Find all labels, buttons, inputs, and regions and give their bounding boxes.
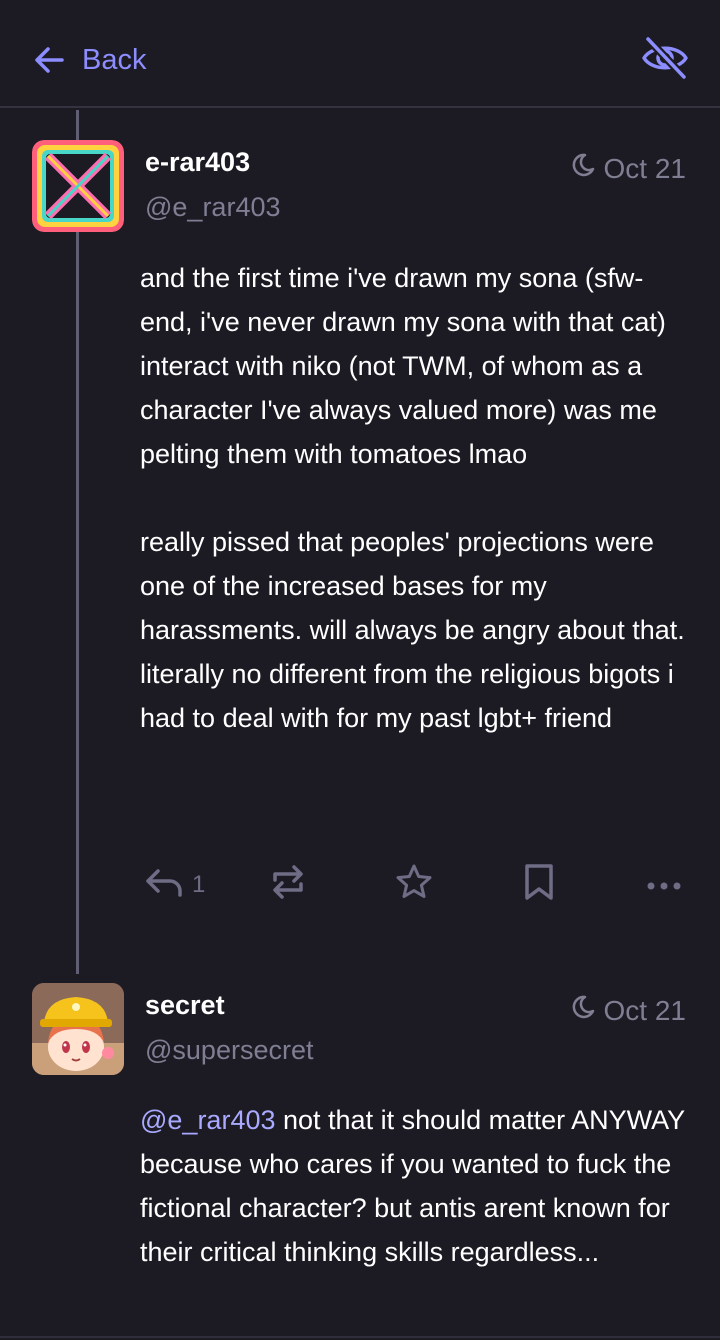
- hide-content-button[interactable]: [640, 36, 690, 80]
- avatar[interactable]: [32, 140, 124, 232]
- top-bar: Back: [0, 0, 720, 108]
- display-name[interactable]: secret: [145, 990, 225, 1021]
- boost-icon: [270, 862, 306, 909]
- thread-connector-line: [76, 110, 79, 974]
- post-actions: 1: [0, 862, 720, 908]
- moon-icon: [570, 994, 596, 1027]
- reply-count: 1: [192, 871, 206, 898]
- bookmark-button[interactable]: [522, 862, 556, 908]
- star-icon: [394, 862, 434, 909]
- cartoon-character-avatar-icon: [32, 983, 124, 1075]
- boost-button[interactable]: [270, 862, 306, 908]
- eye-slash-icon: [640, 36, 690, 84]
- pixel-x-avatar-icon: [32, 140, 124, 232]
- timestamp-text: Oct 21: [603, 994, 686, 1026]
- mention-link[interactable]: @e_rar403: [140, 1105, 276, 1135]
- back-button[interactable]: Back: [32, 38, 146, 82]
- account-handle[interactable]: @supersecret: [145, 1035, 313, 1066]
- account-handle[interactable]: @e_rar403: [145, 192, 281, 223]
- post-timestamp[interactable]: Oct 21: [570, 152, 686, 185]
- divider: [0, 1336, 720, 1338]
- reply-button[interactable]: 1: [144, 862, 205, 908]
- favourite-button[interactable]: [394, 862, 434, 908]
- moon-icon: [570, 152, 596, 185]
- post-content: and the first time i've drawn my sona (s…: [140, 263, 685, 733]
- display-name[interactable]: e-rar403: [145, 147, 250, 178]
- more-icon: [646, 871, 682, 899]
- reply-icon: [144, 865, 184, 906]
- post-timestamp[interactable]: Oct 21: [570, 994, 686, 1027]
- bookmark-icon: [522, 862, 556, 909]
- post-content: @e_rar403 not that it should matter ANYW…: [140, 1098, 690, 1274]
- avatar[interactable]: [32, 983, 124, 1075]
- back-label: Back: [82, 43, 147, 76]
- arrow-left-icon: [32, 42, 68, 78]
- timestamp-text: Oct 21: [603, 152, 686, 184]
- more-button[interactable]: [646, 862, 682, 908]
